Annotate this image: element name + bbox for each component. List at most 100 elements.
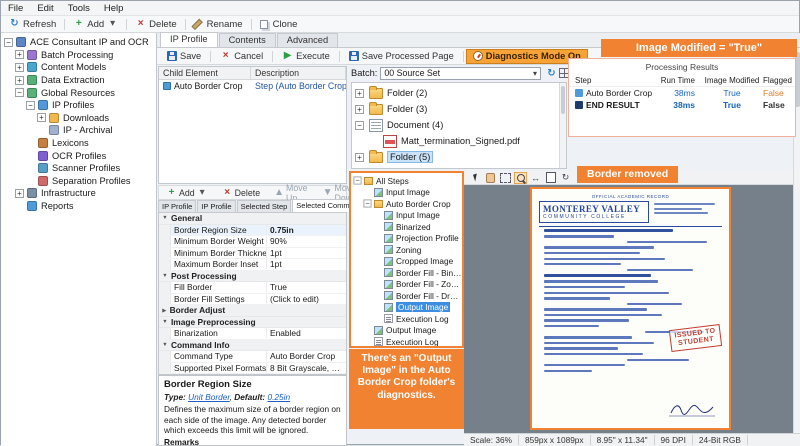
step-item-all-steps[interactable]: −All Steps [353,175,462,187]
menu-item-file[interactable]: File [1,1,30,15]
step-item-projection-profile[interactable]: −Projection Profile [353,233,462,245]
nav-tree-item-lexicons[interactable]: −Lexicons [4,137,156,150]
add-button[interactable]: +Add▾ [67,17,124,32]
property-group-command-info[interactable]: ▼Command Info [159,340,346,352]
delete-button[interactable]: ×Delete [217,185,265,200]
property-row-supported-pixel-formats[interactable]: Supported Pixel Formats8 Bit Grayscale, … [159,363,346,375]
nav-tree-item-content-models[interactable]: +Content Models [4,61,156,74]
property-group-border-adjust[interactable]: ▶Border Adjust [159,305,346,317]
nav-tree-item-global-resources[interactable]: −Global Resources [4,86,156,99]
step-item-execution-log[interactable]: −Execution Log [353,336,462,348]
step-item-border-fill-zoning[interactable]: −Border Fill - Zoning [353,279,462,291]
zoom-icon[interactable] [514,172,527,184]
step-item-border-fill-binarized[interactable]: −Border Fill - Binarized [353,267,462,279]
expander-icon[interactable]: + [15,63,24,72]
property-row-border-region-size[interactable]: Border Region Size0.75in [159,225,346,237]
batch-item-folder-2[interactable]: +Folder (2) [355,85,566,101]
delete-button[interactable]: ×Delete [129,17,182,32]
nav-tree-item-batch-processing[interactable]: +Batch Processing [4,49,156,62]
expand-icon[interactable]: ▶ [162,307,166,313]
tab-contents[interactable]: Contents [219,33,276,47]
step-item-output-image[interactable]: −Output Image [353,325,462,337]
property-row-minimum-border-weight[interactable]: Minimum Border Weight90% [159,236,346,248]
nav-tree-item-downloads[interactable]: +Downloads [4,112,156,125]
step-item-zoning[interactable]: −Zoning [353,244,462,256]
move-up-button[interactable]: ▲Move Up [269,185,314,200]
property-row-border-fill-settings[interactable]: Border Fill Settings(Click to edit) [159,294,346,306]
property-row-command-type[interactable]: Command TypeAuto Border Crop [159,351,346,363]
expander-icon[interactable]: + [15,50,24,59]
step-item-cropped-image[interactable]: −Cropped Image [353,256,462,268]
tab-ip-profile[interactable]: IP Profile [160,32,218,47]
property-row-binarization[interactable]: BinarizationEnabled [159,328,346,340]
rotate-icon[interactable]: ↻ [559,172,572,184]
property-row-fill-border[interactable]: Fill BorderTrue [159,282,346,294]
step-item-border-fill-dropout-mask[interactable]: −Border Fill - Dropout Mask [353,290,462,302]
step-item-binarized[interactable]: −Binarized [353,221,462,233]
batch-refresh-icon[interactable]: ↻ [546,68,557,79]
refresh-button[interactable]: ↻Refresh [3,17,62,32]
property-tab-selected-step-2[interactable]: Selected Step [237,200,292,212]
step-item-input-image[interactable]: −Input Image [353,210,462,222]
collapse-icon[interactable]: ▼ [162,319,167,324]
results-row-end-result[interactable]: END RESULT38msTrueFalse [569,99,795,111]
expander-icon[interactable]: + [355,105,364,114]
batch-item-matt-termination-signed-pdf[interactable]: −Matt_termination_Signed.pdf [355,133,566,149]
nav-tree-item-ip-archival[interactable]: −IP - Archival [4,124,156,137]
nav-tree-item-separation-profiles[interactable]: −Separation Profiles [4,175,156,188]
nav-tree-item-reports[interactable]: −Reports [4,200,156,213]
expander-icon[interactable]: − [4,38,13,47]
collapse-icon[interactable]: ▼ [162,273,167,278]
marquee-icon[interactable] [499,172,512,184]
fit-page-icon[interactable] [544,172,557,184]
nav-tree-item-scanner-profiles[interactable]: −Scanner Profiles [4,162,156,175]
menu-item-tools[interactable]: Tools [61,1,97,15]
expander-icon[interactable]: + [355,153,364,162]
nav-tree-item-infrastructure[interactable]: +Infrastructure [4,187,156,200]
batch-item-folder-5[interactable]: +Folder (5) [355,149,566,165]
image-viewer-canvas[interactable]: OFFICIAL ACADEMIC RECORD MONTEREY VALLEY… [464,185,793,433]
clone-button[interactable]: Clone [254,17,304,32]
hand-icon[interactable] [484,172,497,184]
batch-item-document-4[interactable]: −Document (4) [355,117,566,133]
expander-icon[interactable]: + [355,89,364,98]
expander-icon[interactable]: + [15,189,24,198]
nav-tree-item-ip-profiles[interactable]: −IP Profiles [4,99,156,112]
nav-tree-item-ocr-profiles[interactable]: −OCR Profiles [4,149,156,162]
step-item-execution-log[interactable]: −Execution Log [353,313,462,325]
rename-button[interactable]: Rename [188,17,249,32]
batch-dropdown[interactable]: 00 Source Set ▾ [380,67,541,80]
help-type-link[interactable]: Unit Border [188,392,230,402]
expander-icon[interactable]: − [363,200,371,208]
collapse-icon[interactable]: ▼ [162,342,167,347]
results-row-auto-border-crop[interactable]: Auto Border Crop38msTrueFalse [569,87,795,99]
menu-item-edit[interactable]: Edit [30,1,60,15]
cancel-button[interactable]: ×Cancel [213,49,270,64]
property-group-post-processing[interactable]: ▼Post Processing [159,271,346,283]
tab-advanced[interactable]: Advanced [277,33,338,47]
expander-icon[interactable]: − [26,101,35,110]
child-grid-row[interactable]: Auto Border Crop Step (Auto Border Crop) [159,80,346,92]
step-item-input-image[interactable]: −Input Image [353,187,462,199]
execute-button[interactable]: ▶Execute [275,49,337,64]
expander-icon[interactable]: + [15,76,24,85]
expander-icon[interactable]: − [355,121,364,130]
add-button[interactable]: +Add▾ [161,185,213,200]
step-item-auto-border-crop[interactable]: −Auto Border Crop [353,198,462,210]
expander-icon[interactable]: − [15,88,24,97]
property-group-general[interactable]: ▼General [159,213,346,225]
menu-item-help[interactable]: Help [97,1,131,15]
expander-icon[interactable]: − [353,177,361,185]
save-processed-page-button[interactable]: Save Processed Page [342,49,461,64]
pointer-icon[interactable] [469,172,482,184]
property-tab-ip-profile-1[interactable]: IP Profile [197,200,235,212]
save-button[interactable]: Save [160,49,208,64]
property-tab-ip-profile-0[interactable]: IP Profile [158,200,196,212]
fit-width-icon[interactable]: ↔ [529,172,542,184]
property-group-image-preprocessing[interactable]: ▼Image Preprocessing [159,317,346,329]
nav-tree-item-data-extraction[interactable]: +Data Extraction [4,74,156,87]
property-row-minimum-border-thickness[interactable]: Minimum Border Thickness1pt [159,248,346,260]
nav-tree-item-ace-consultant-ip-and-ocr[interactable]: −ACE Consultant IP and OCR [4,36,156,49]
batch-item-folder-3[interactable]: +Folder (3) [355,101,566,117]
step-item-output-image[interactable]: −Output Image [353,302,462,314]
